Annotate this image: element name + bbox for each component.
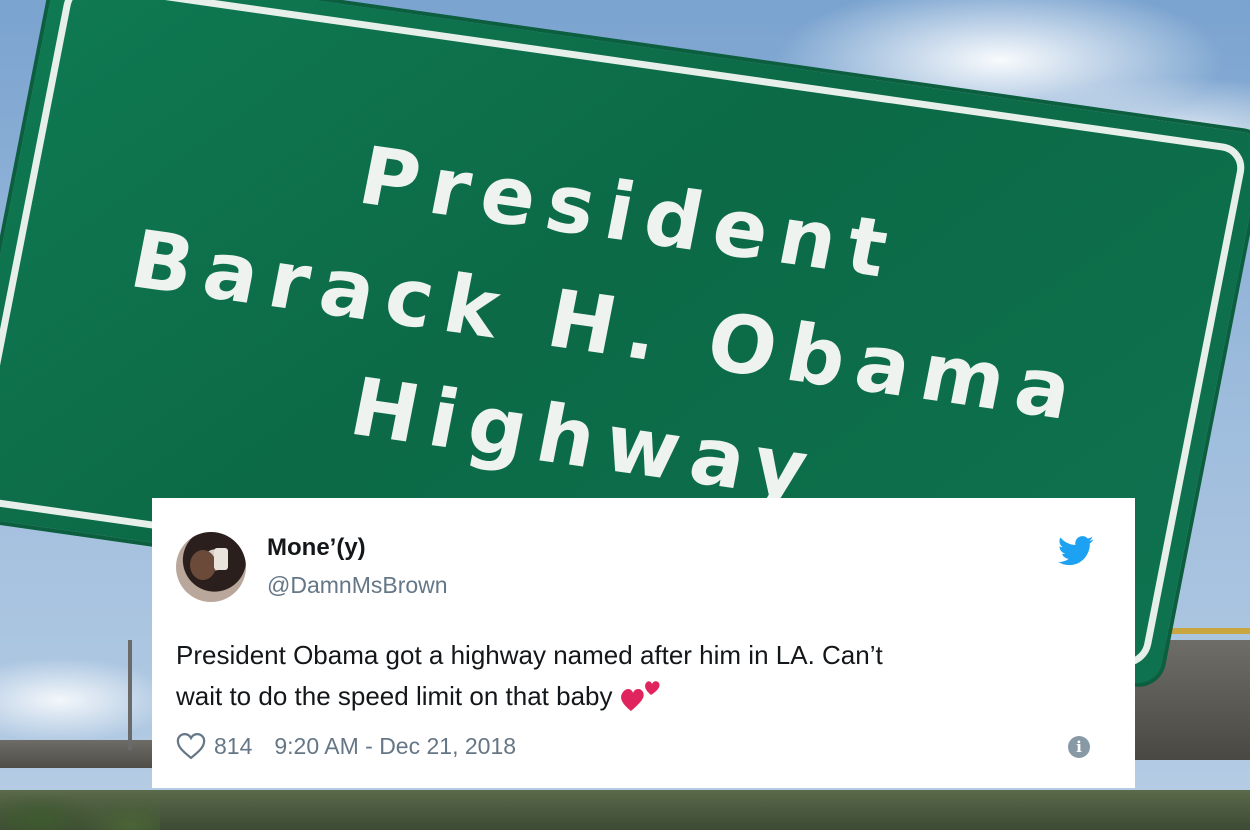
author-handle[interactable]: @DamnMsBrown (267, 572, 448, 599)
light-pole (128, 640, 132, 750)
two-hearts-emoji (620, 681, 660, 711)
avatar-face (190, 550, 216, 580)
tweet-text-line-2: wait to do the speed limit on that baby (176, 676, 1106, 717)
avatar-phone (214, 548, 228, 570)
twitter-bird-icon[interactable] (1058, 536, 1094, 566)
heart-outline-icon[interactable] (176, 732, 206, 760)
tweet-text-line-2-words: wait to do the speed limit on that baby (176, 681, 613, 711)
avatar[interactable] (176, 532, 246, 602)
trees (0, 780, 160, 830)
overpass-left (0, 740, 160, 768)
tweet-text: President Obama got a highway named afte… (176, 635, 1106, 717)
timestamp[interactable]: 9:20 AM - Dec 21, 2018 (274, 733, 516, 760)
ground (0, 790, 1250, 830)
tweet-card: Mone’(y) @DamnMsBrown President Obama go… (152, 498, 1135, 788)
author-name[interactable]: Mone’(y) (267, 534, 366, 562)
tweet-meta: 814 9:20 AM - Dec 21, 2018 (176, 731, 516, 761)
tweet-text-line-1: President Obama got a highway named afte… (176, 640, 883, 670)
info-icon[interactable]: i (1068, 736, 1090, 758)
like-count[interactable]: 814 (214, 733, 252, 760)
